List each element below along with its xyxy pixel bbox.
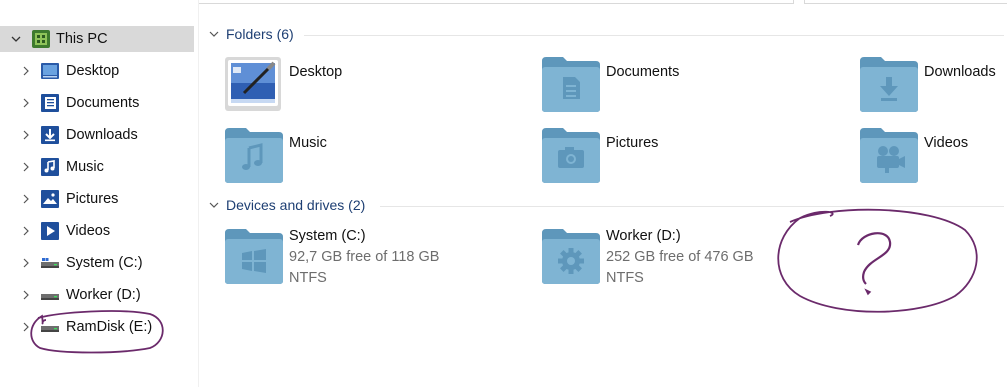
nav-item-music[interactable]: Music [0,154,194,180]
chevron-down-icon[interactable] [8,31,24,47]
folder-tile-downloads[interactable]: Downloads [859,55,1007,119]
this-pc-icon [32,30,50,48]
nav-label-ramdisk-e: RamDisk (E:) [66,319,153,335]
search-box[interactable] [804,0,1007,4]
group-divider [380,206,1004,207]
drive-filesystem: NTFS [606,270,644,286]
desktop-folder-icon [225,57,281,111]
videos-icon [41,222,59,240]
nav-label-documents: Documents [66,95,140,111]
chevron-right-icon[interactable] [18,223,34,239]
desktop-icon [41,63,59,79]
nav-item-system-c[interactable]: System (C:) [0,250,194,276]
nav-item-this-pc[interactable]: This PC [0,26,194,52]
chevron-down-icon[interactable] [208,28,220,40]
folder-name: Pictures [606,135,659,151]
group-divider [304,35,1004,36]
chevron-down-icon[interactable] [208,199,220,211]
chevron-right-icon[interactable] [18,319,34,335]
nav-item-pictures[interactable]: Pictures [0,186,194,212]
chevron-right-icon[interactable] [18,287,34,303]
folder-name: Documents [606,64,680,80]
drive-icon [41,326,59,332]
documents-icon [41,94,59,112]
windows-drive-icon [225,229,283,284]
folder-tile-documents[interactable]: Documents [541,55,841,119]
drive-filesystem: NTFS [289,270,327,286]
folder-name: Videos [924,135,969,151]
drive-free-space: 92,7 GB free of 118 GB [289,249,440,265]
drive-tile-system-c[interactable]: System (C:) 92,7 GB free of 118 GB NTFS [224,227,524,291]
music-icon [41,158,59,176]
documents-folder-icon [542,57,600,112]
nav-label-worker-d: Worker (D:) [66,287,141,303]
drives-group-title: Devices and drives (2) [226,197,366,213]
nav-item-ramdisk-e[interactable]: RamDisk (E:) [0,314,194,340]
nav-item-desktop[interactable]: Desktop [0,58,194,84]
nav-label-system-c: System (C:) [66,255,143,271]
drives-group-header[interactable]: Devices and drives (2) [208,197,365,213]
folder-tile-music[interactable]: Music [224,126,524,190]
nav-item-videos[interactable]: Videos [0,218,194,244]
folder-tile-pictures[interactable]: Pictures [541,126,841,190]
drive-name: Worker (D:) [606,228,681,244]
gear-drive-icon [542,229,600,284]
navigation-pane: This PC Desktop Documents Downloads Musi… [0,0,199,387]
drive-free-space: 252 GB free of 476 GB [606,249,754,265]
pictures-folder-icon [542,128,600,183]
chevron-right-icon[interactable] [18,191,34,207]
nav-label-music: Music [66,159,104,175]
downloads-icon [41,126,59,144]
folder-tile-videos[interactable]: Videos [859,126,1007,190]
music-folder-icon [225,128,283,183]
chevron-right-icon[interactable] [18,255,34,271]
nav-label-this-pc: This PC [56,31,108,47]
drive-icon [41,258,59,268]
drive-icon [41,294,59,300]
nav-label-pictures: Pictures [66,191,119,207]
chevron-right-icon[interactable] [18,95,34,111]
question-mark-scribble [856,232,892,285]
chevron-right-icon[interactable] [18,159,34,175]
nav-item-documents[interactable]: Documents [0,90,194,116]
nav-label-videos: Videos [66,223,111,239]
folders-group-title: Folders (6) [226,26,294,42]
folder-tile-desktop[interactable]: Desktop [224,55,524,119]
pictures-icon [41,190,59,208]
drive-tile-worker-d[interactable]: Worker (D:) 252 GB free of 476 GB NTFS [541,227,841,291]
nav-label-desktop: Desktop [66,63,120,79]
nav-item-downloads[interactable]: Downloads [0,122,194,148]
drive-name: System (C:) [289,228,366,244]
downloads-folder-icon [860,57,918,112]
address-bar[interactable] [172,0,794,4]
nav-label-downloads: Downloads [66,127,138,143]
folder-name: Music [289,135,327,151]
chevron-right-icon[interactable] [18,127,34,143]
chevron-right-icon[interactable] [18,63,34,79]
folder-name: Downloads [924,64,996,80]
folder-name: Desktop [289,64,343,80]
nav-item-worker-d[interactable]: Worker (D:) [0,282,194,308]
folders-group-header[interactable]: Folders (6) [208,26,294,42]
videos-folder-icon [860,128,918,183]
